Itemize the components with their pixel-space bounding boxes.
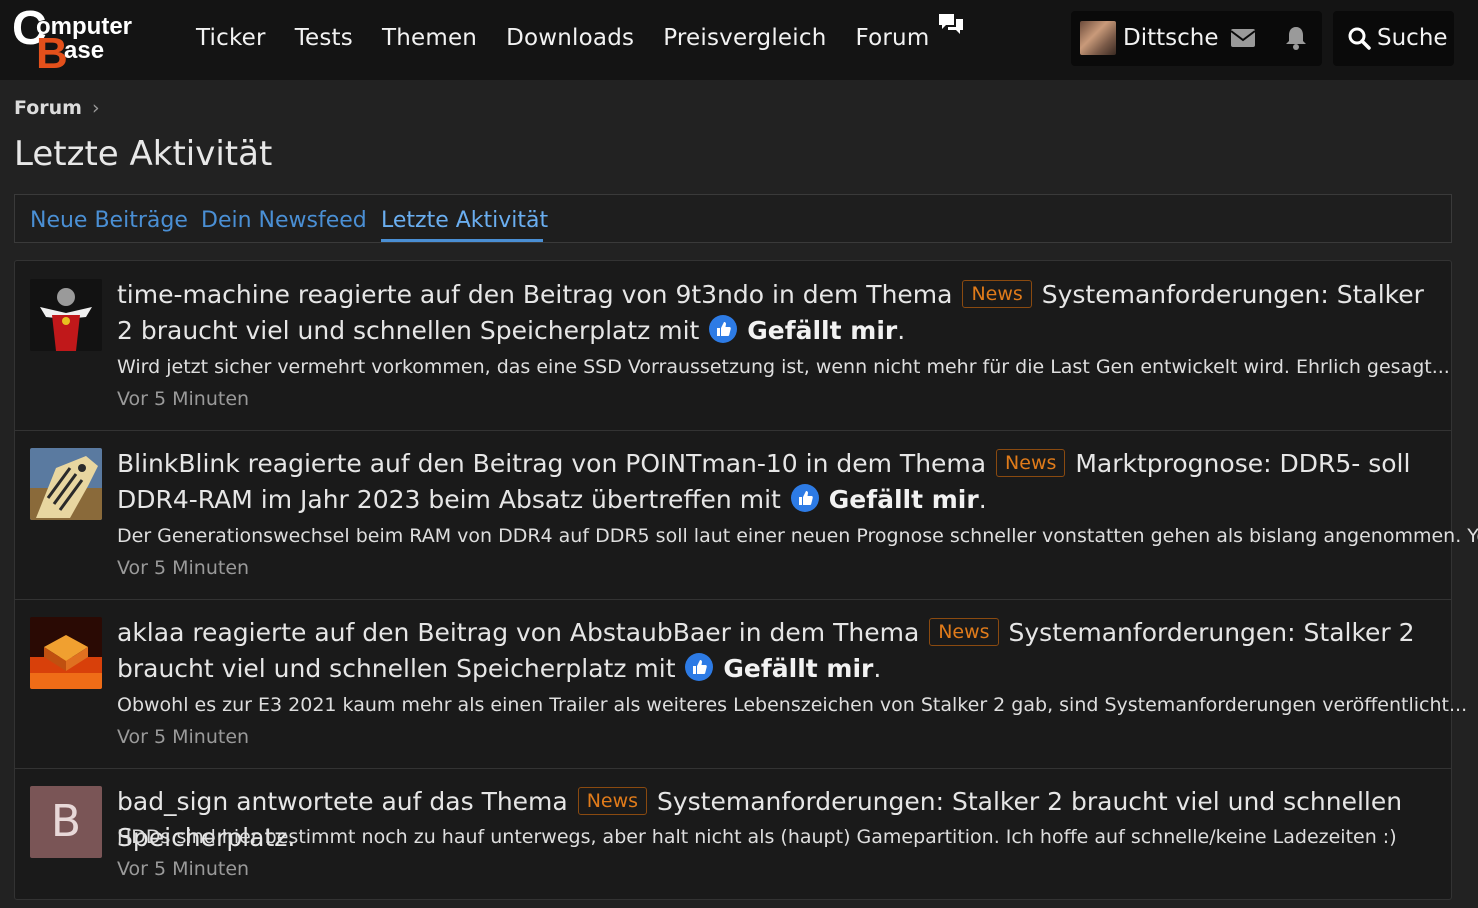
thumbs-up-icon (709, 315, 738, 343)
page-title: Letzte Aktivität (14, 134, 273, 174)
activity-list: time-machine reagierte auf den Beitrag v… (14, 260, 1478, 900)
chat-bubbles-icon[interactable] (937, 12, 965, 38)
envelope-icon[interactable] (1230, 27, 1256, 49)
nav-downloads[interactable]: Downloads (506, 22, 634, 54)
post-snippet[interactable]: Der Generationswechsel beim RAM von DDR4… (117, 523, 1478, 549)
news-badge[interactable]: News (962, 280, 1032, 308)
active-tab-indicator (381, 239, 543, 242)
thumbs-up-icon (790, 484, 819, 512)
punctuation: . (897, 316, 906, 345)
post-snippet[interactable]: Wird jetzt sicher vermehrt vorkommen, da… (117, 354, 1450, 380)
reaction-label: Gefällt mir (828, 485, 979, 514)
nav-themen[interactable]: Themen (382, 22, 477, 54)
svg-text:B: B (36, 29, 68, 72)
tab-dein-newsfeed[interactable]: Dein Newsfeed (201, 205, 367, 237)
activity-text[interactable]: bad_sign antwortete auf das Thema (117, 787, 568, 816)
svg-text:ase: ase (64, 37, 104, 64)
search-icon (1348, 27, 1371, 50)
news-badge[interactable]: News (996, 449, 1066, 477)
tab-bar: Neue Beiträge Dein Newsfeed Letzte Aktiv… (14, 194, 1452, 243)
activity-text[interactable]: time-machine reagierte auf den Beitrag v… (117, 280, 952, 309)
activity-text[interactable]: aklaa reagierte auf den Beitrag von Abst… (117, 618, 919, 647)
user-menu[interactable]: Dittsche (1071, 11, 1322, 66)
nav-forum-wrap: Forum (856, 14, 964, 54)
site-logo[interactable]: C omputer B ase (12, 4, 164, 72)
main-nav: Ticker Tests Themen Downloads Preisvergl… (196, 14, 964, 54)
reaction-label: Gefällt mir (747, 316, 898, 345)
chevron-right-icon: › (91, 97, 100, 119)
tab-neue-beitraege[interactable]: Neue Beiträge (30, 205, 188, 237)
punctuation: . (978, 485, 987, 514)
search-label: Suche (1377, 25, 1448, 51)
nav-tests[interactable]: Tests (295, 22, 353, 54)
user-avatar[interactable] (1080, 21, 1116, 55)
tab-letzte-aktivitaet[interactable]: Letzte Aktivität (381, 205, 548, 237)
breadcrumb: Forum › (14, 97, 100, 119)
nav-ticker[interactable]: Ticker (196, 22, 266, 54)
timestamp[interactable]: Vor 5 Minuten (117, 386, 249, 412)
news-badge[interactable]: News (577, 787, 648, 815)
activity-headline: BlinkBlink reagierte auf den Beitrag von… (117, 446, 1447, 518)
avatar[interactable] (30, 617, 102, 689)
reaction-label: Gefällt mir (723, 654, 874, 683)
post-snippet[interactable]: HDDs sind hier bestimmt noch zu hauf unt… (117, 824, 1397, 850)
news-badge[interactable]: News (929, 618, 999, 646)
activity-headline: time-machine reagierte auf den Beitrag v… (117, 277, 1447, 349)
avatar[interactable] (30, 448, 102, 520)
nav-forum[interactable]: Forum (856, 22, 930, 54)
punctuation: . (873, 654, 882, 683)
avatar[interactable]: B (30, 786, 102, 858)
activity-headline: aklaa reagierte auf den Beitrag von Abst… (117, 615, 1447, 687)
timestamp[interactable]: Vor 5 Minuten (117, 856, 249, 882)
breadcrumb-forum[interactable]: Forum (14, 97, 82, 119)
nav-preisvergleich[interactable]: Preisvergleich (663, 22, 826, 54)
list-item: time-machine reagierte auf den Beitrag v… (15, 261, 1451, 431)
timestamp[interactable]: Vor 5 Minuten (117, 555, 249, 581)
list-item: aklaa reagierte auf den Beitrag von Abst… (15, 599, 1467, 769)
username[interactable]: Dittsche (1123, 23, 1219, 53)
list-item: BlinkBlink reagierte auf den Beitrag von… (15, 430, 1478, 600)
search-button[interactable]: Suche (1333, 11, 1454, 66)
avatar[interactable] (30, 279, 102, 351)
post-snippet[interactable]: Obwohl es zur E3 2021 kaum mehr als eine… (117, 692, 1467, 718)
bell-icon[interactable] (1284, 25, 1308, 51)
list-item: B bad_sign antwortete auf das Thema News… (15, 768, 1451, 908)
top-navigation-bar: C omputer B ase Ticker Tests Themen Down… (0, 0, 1478, 80)
letter-avatar: B (30, 786, 102, 858)
activity-text[interactable]: BlinkBlink reagierte auf den Beitrag von… (117, 449, 986, 478)
timestamp[interactable]: Vor 5 Minuten (117, 724, 249, 750)
thumbs-up-icon (685, 653, 714, 681)
